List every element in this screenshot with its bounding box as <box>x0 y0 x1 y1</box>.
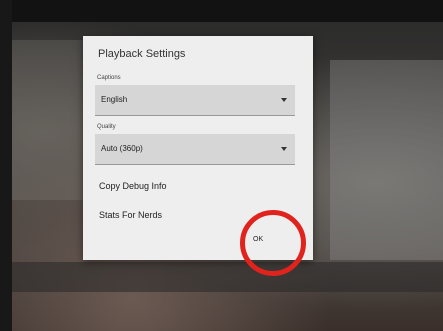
quality-label: Quality <box>97 124 116 130</box>
dialog-title: Playback Settings <box>98 48 186 60</box>
copy-debug-info-item[interactable]: Copy Debug Info <box>99 181 167 191</box>
background-page-right <box>330 60 443 260</box>
red-circle-annotation <box>240 210 306 276</box>
tablet-bezel-left <box>0 0 12 331</box>
captions-select[interactable]: English <box>95 85 295 116</box>
dropdown-arrow-icon <box>281 147 287 151</box>
tablet-bezel-top <box>0 0 443 22</box>
background-bottom-bar <box>12 262 443 292</box>
quality-select-value: Auto (360p) <box>101 144 143 153</box>
photo-background: Playback Settings Captions English Quali… <box>0 0 443 331</box>
dropdown-arrow-icon <box>281 98 287 102</box>
quality-select[interactable]: Auto (360p) <box>95 134 295 165</box>
captions-select-value: English <box>101 95 128 104</box>
captions-label: Captions <box>97 75 121 81</box>
stats-for-nerds-item[interactable]: Stats For Nerds <box>99 210 162 220</box>
